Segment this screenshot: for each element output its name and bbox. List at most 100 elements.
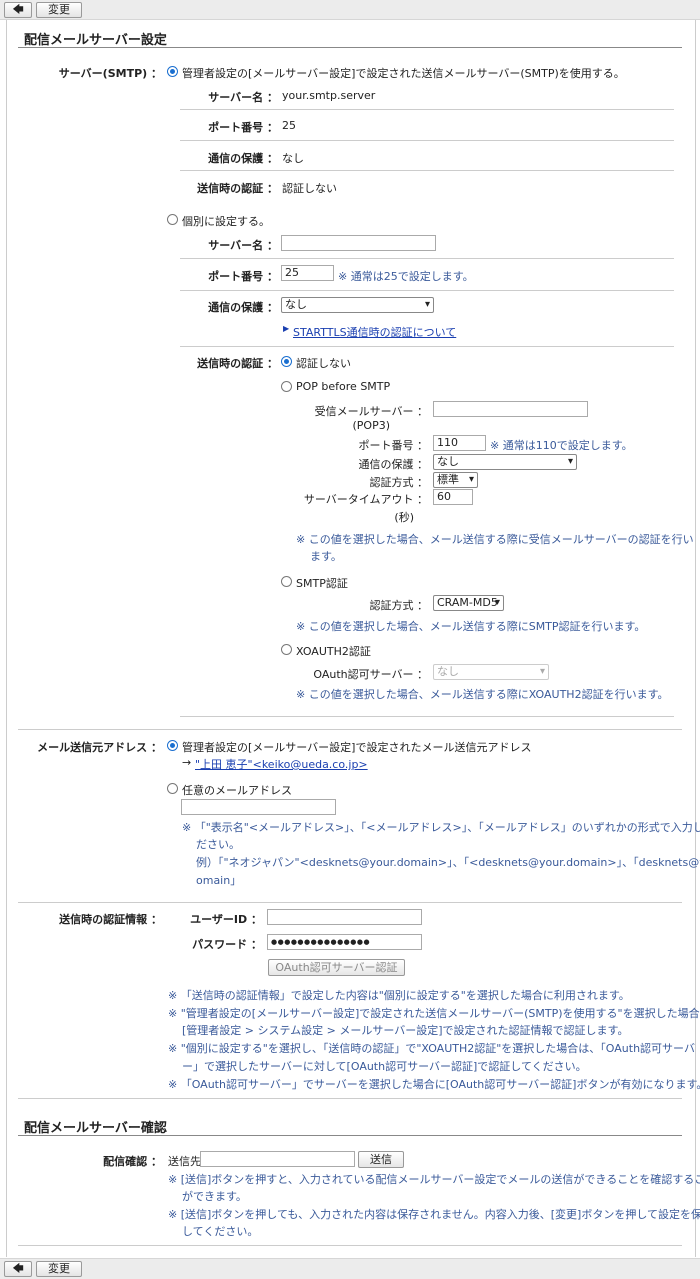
section-divider (18, 902, 682, 903)
admin-auth-value: 認証しない (282, 182, 337, 195)
custom-port-input[interactable]: 25 (281, 265, 334, 281)
pop-timeout-input[interactable]: 60 (433, 489, 473, 505)
password-input[interactable]: ●●●●●●●●●●●●●●● (267, 934, 422, 950)
bottom-toolbar: 🡄 変更 (0, 1258, 700, 1279)
pop-recv-server-sublabel: (POP3) (352, 419, 390, 432)
custom-security-select[interactable]: なし (281, 297, 434, 313)
auth-info-label: 送信時の認証情報 ： (59, 913, 162, 926)
arrow-right-icon: → (182, 756, 192, 769)
starttls-help-link[interactable]: STARTTLS通信時の認証について (293, 324, 456, 340)
admin-from-address-link[interactable]: "上田 恵子"<keiko@ueda.co.jp> (195, 756, 368, 772)
section-divider (18, 1135, 682, 1136)
pop-recv-server-label: 受信メールサーバー ： (314, 405, 428, 418)
admin-port-label: ポート番号 ： (208, 121, 278, 134)
pop-security-select[interactable]: なし (433, 454, 577, 470)
auth-note-2: ※ "管理者設定の[メールサーバー設定]で設定された送信メールサーバー(SMTP… (168, 1007, 700, 1020)
xoauth-server-label: OAuth認可サーバー ： (313, 668, 428, 681)
admin-from-option-label: 管理者設定の[メールサーバー設定]で設定されたメール送信元アドレス (182, 741, 532, 754)
section-divider (18, 1245, 682, 1246)
user-id-label: ユーザーID ： (190, 913, 262, 926)
admin-server-option-label: 管理者設定の[メールサーバー設定]で設定された送信メールサーバー(SMTP)を使… (182, 67, 625, 80)
change-button-bottom[interactable]: 変更 (36, 1261, 82, 1277)
auth-note-6: ※ 「OAuth認可サーバー」でサーバーを選択した場合に[OAuth認可サーバー… (168, 1078, 700, 1091)
confirm-note-3: ※ [送信]ボタンを押しても、入力された内容は保存されません。内容入力後、[変更… (168, 1208, 700, 1221)
top-toolbar: 🡄 変更 (0, 0, 700, 20)
admin-port-value: 25 (282, 119, 296, 132)
custom-port-note: ※ 通常は25で設定します。 (338, 270, 474, 283)
auth-note-3: [管理者設定 > システム設定 > メールサーバー設定]で設定された認証情報で認… (182, 1024, 629, 1037)
custom-server-option-label: 個別に設定する。 (182, 215, 270, 228)
smtp-note: ※ この値を選択した場合、メール送信する際にSMTP認証を行います。 (296, 620, 646, 633)
send-to-input[interactable] (200, 1151, 355, 1167)
admin-security-label: 通信の保護 ： (208, 152, 278, 165)
custom-server-name-input[interactable] (281, 235, 436, 251)
admin-server-name-value: your.smtp.server (282, 89, 376, 102)
radio-pop-before-smtp[interactable] (281, 381, 292, 392)
custom-from-option-label: 任意のメールアドレス (182, 784, 292, 797)
pop-method-select[interactable]: 標準 (433, 472, 478, 488)
radio-custom-from[interactable] (167, 783, 178, 794)
from-note-line4: omain」 (196, 874, 242, 887)
send-button[interactable]: 送信 (358, 1151, 404, 1168)
auth-note-1: ※ 「送信時の認証情報」で設定した内容は"個別に設定する"を選択した場合に利用さ… (168, 989, 630, 1002)
radio-admin-server[interactable] (167, 66, 178, 77)
radio-smtp-auth[interactable] (281, 576, 292, 587)
confirm-note-4: してください。 (182, 1225, 259, 1238)
section-title-delivery: 配信メールサーバー設定 (24, 33, 167, 48)
xoauth2-label: XOAUTH2認証 (296, 645, 371, 658)
pop-port-note: ※ 通常は110で設定します。 (490, 439, 633, 452)
confirm-label: 配信確認 ： (103, 1155, 162, 1168)
pop-note-line1: ※ この値を選択した場合、メール送信する際に受信メールサーバーの認証を行い (296, 533, 694, 546)
from-note-line3: 例）「"ネオジャパン"<desknets@your.domain>」、「<des… (196, 856, 700, 869)
section-divider (18, 1098, 682, 1099)
change-button[interactable]: 変更 (36, 2, 82, 18)
row-divider (180, 109, 674, 110)
confirm-note-1: ※ [送信]ボタンを押すと、入力されている配信メールサーバー設定でメールの送信が… (168, 1173, 700, 1186)
pop-port-input[interactable]: 110 (433, 435, 486, 451)
row-divider (180, 170, 674, 171)
server-smtp-label: サーバー(SMTP) ： (58, 67, 162, 80)
admin-security-value: なし (282, 152, 304, 165)
custom-from-input[interactable] (181, 799, 336, 815)
from-note-line2: ださい。 (196, 838, 240, 851)
xoauth-note: ※ この値を選択した場合、メール送信する際にXOAUTH2認証を行います。 (296, 688, 669, 701)
admin-auth-label: 送信時の認証 ： (197, 182, 278, 195)
pop-timeout-label: サーバータイムアウト ： (303, 493, 428, 506)
pop-note-line2: ます。 (310, 550, 342, 563)
radio-xoauth2[interactable] (281, 644, 292, 655)
radio-admin-from[interactable] (167, 740, 178, 751)
pop-security-label: 通信の保護 ： (358, 458, 429, 471)
smtp-auth-label: SMTP認証 (296, 577, 348, 590)
row-divider (180, 258, 674, 259)
custom-port-label: ポート番号 ： (208, 270, 278, 283)
custom-security-label: 通信の保護 ： (208, 301, 278, 314)
user-id-input[interactable] (267, 909, 422, 925)
section-divider (18, 729, 682, 730)
admin-server-name-label: サーバー名 ： (208, 91, 278, 104)
from-address-label: メール送信元アドレス ： (37, 741, 162, 754)
section-title-confirm: 配信メールサーバー確認 (24, 1121, 167, 1136)
radio-auth-none[interactable] (281, 356, 292, 367)
pop-before-smtp-label: POP before SMTP (296, 380, 391, 393)
password-label: パスワード ： (192, 938, 262, 951)
caret-right-icon: ▶ (283, 324, 290, 333)
custom-server-name-label: サーバー名 ： (208, 239, 278, 252)
pop-recv-server-input[interactable] (433, 401, 588, 417)
pop-method-label: 認証方式 ： (369, 476, 429, 489)
smtp-method-label: 認証方式 ： (369, 599, 429, 612)
back-button-bottom[interactable]: 🡄 (4, 1261, 32, 1277)
xoauth-server-select: なし (433, 664, 549, 680)
send-to-label: 送信先 (168, 1155, 201, 1168)
auth-note-4: ※ "個別に設定する"を選択し、「送信時の認証」で"XOAUTH2認証"を選択し… (168, 1042, 695, 1055)
row-divider (180, 290, 674, 291)
oauth-auth-button[interactable]: OAuth認可サーバー認証 (268, 959, 405, 976)
row-divider (180, 716, 674, 717)
section-divider (18, 47, 682, 48)
back-button[interactable]: 🡄 (4, 2, 32, 18)
auth-none-label: 認証しない (296, 357, 351, 370)
radio-custom-server[interactable] (167, 214, 178, 225)
custom-auth-label: 送信時の認証 ： (197, 357, 278, 370)
confirm-note-2: ができます。 (182, 1190, 247, 1203)
row-divider (180, 346, 674, 347)
smtp-method-select[interactable]: CRAM-MD5 (433, 595, 504, 611)
